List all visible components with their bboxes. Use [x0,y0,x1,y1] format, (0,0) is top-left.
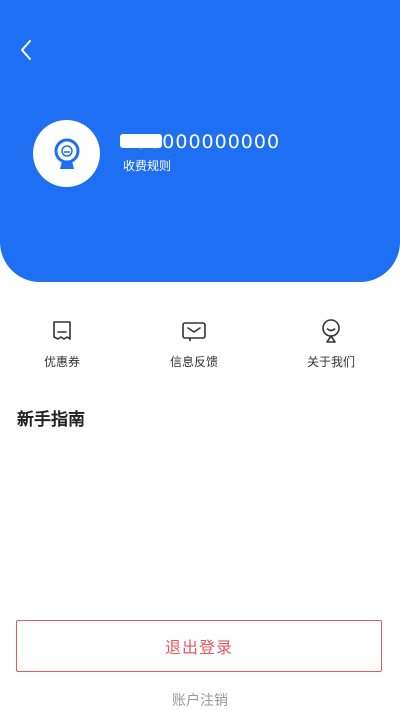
quick-menu: 优惠券 信息反馈 关于我们 [0,318,400,378]
menu-item-coupon[interactable]: 优惠券 [12,318,112,370]
back-button[interactable] [12,36,40,64]
webcam-avatar-icon [54,138,79,169]
menu-item-about-us[interactable]: 关于我们 [281,318,381,370]
coupon-icon [53,321,71,340]
avatar[interactable] [33,120,100,187]
fee-rules-link[interactable]: 收费规则 [123,157,171,174]
menu-item-feedback[interactable]: 信息反馈 [144,318,244,370]
beginner-guide-title: 新手指南 [17,410,85,430]
profile-header: 130000000000 收费规则 [0,0,400,282]
logout-button[interactable]: 退出登录 [16,620,382,672]
about-us-icon [322,319,340,343]
chevron-left-icon [21,40,31,60]
cancel-account-link[interactable]: 账户注销 [0,690,400,710]
phone-number-mask [120,134,162,148]
profile-page: 130000000000 收费规则 优惠券 信息反馈 关于我们 新手指南 退出登… [0,0,400,711]
menu-item-label: 信息反馈 [169,355,218,369]
menu-item-label: 优惠券 [43,355,80,369]
menu-item-label: 关于我们 [306,355,355,369]
feedback-icon [182,322,206,341]
